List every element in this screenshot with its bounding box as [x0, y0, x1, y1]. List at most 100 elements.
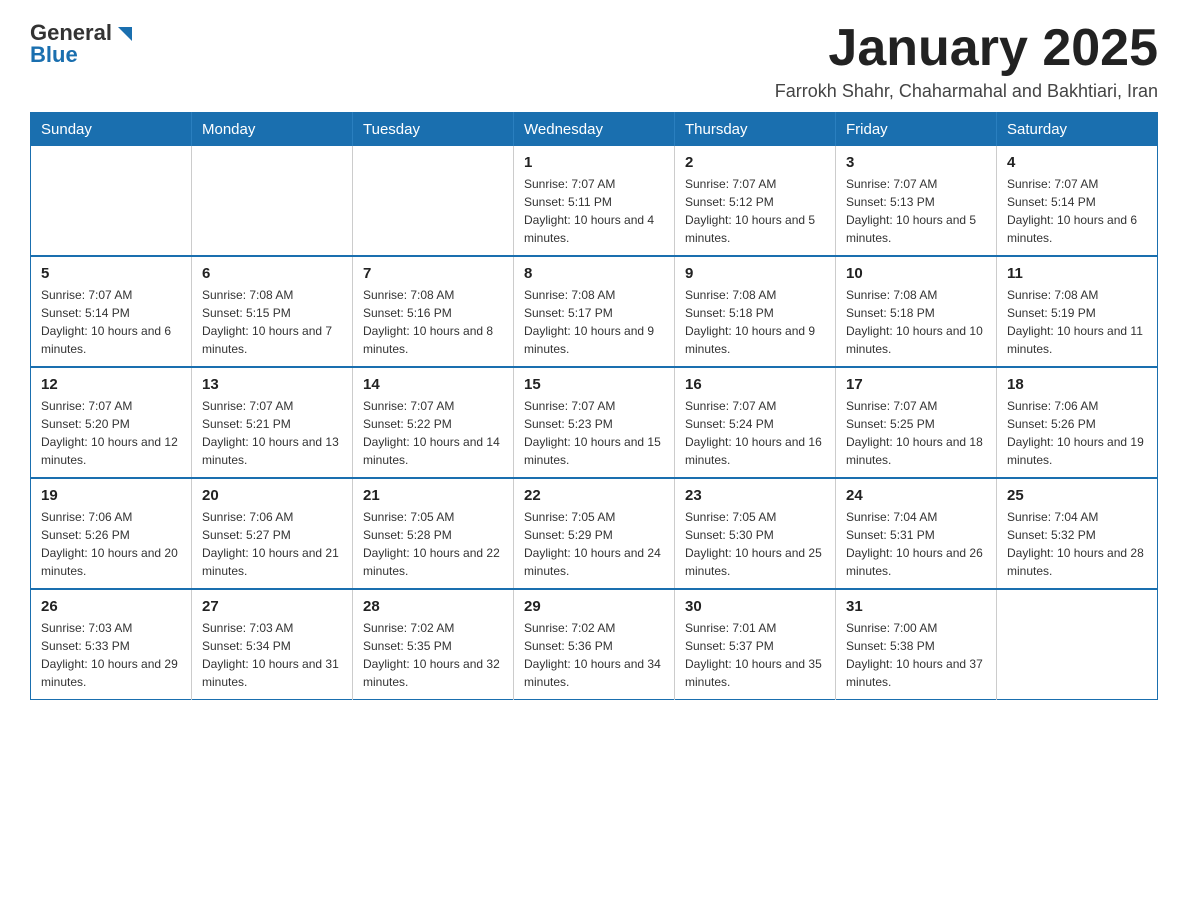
calendar-cell: 2 Sunrise: 7:07 AM Sunset: 5:12 PM Daylig…: [675, 146, 836, 256]
calendar-header-row: SundayMondayTuesdayWednesdayThursdayFrid…: [31, 113, 1158, 147]
calendar-day-header: Monday: [192, 113, 353, 147]
day-info: Sunrise: 7:07 AM Sunset: 5:12 PM Dayligh…: [685, 175, 825, 247]
day-number: 4: [1007, 154, 1147, 171]
day-info: Sunrise: 7:03 AM Sunset: 5:33 PM Dayligh…: [41, 619, 181, 691]
calendar-cell: 21Sunrise: 7:05 AM Sunset: 5:28 PM Dayli…: [353, 478, 514, 589]
day-info: Sunrise: 7:08 AM Sunset: 5:17 PM Dayligh…: [524, 286, 664, 358]
day-info: Sunrise: 7:07 AM Sunset: 5:21 PM Dayligh…: [202, 397, 342, 469]
day-info: Sunrise: 7:08 AM Sunset: 5:15 PM Dayligh…: [202, 286, 342, 358]
calendar-cell: 6 Sunrise: 7:08 AM Sunset: 5:15 PM Daylig…: [192, 256, 353, 367]
calendar-cell: 24 Sunrise: 7:04 AM Sunset: 5:31 PM Dayli…: [836, 478, 997, 589]
day-number: 3: [846, 154, 986, 171]
calendar-cell: 28Sunrise: 7:02 AM Sunset: 5:35 PM Dayli…: [353, 589, 514, 700]
day-number: 28: [363, 598, 503, 615]
day-info: Sunrise: 7:04 AM Sunset: 5:32 PM Dayligh…: [1007, 508, 1147, 580]
calendar-cell: 10 Sunrise: 7:08 AM Sunset: 5:18 PM Dayli…: [836, 256, 997, 367]
calendar-cell: 20 Sunrise: 7:06 AM Sunset: 5:27 PM Dayli…: [192, 478, 353, 589]
day-number: 12: [41, 376, 181, 393]
day-info: Sunrise: 7:05 AM Sunset: 5:29 PM Dayligh…: [524, 508, 664, 580]
day-number: 11: [1007, 265, 1147, 282]
calendar-cell: 18Sunrise: 7:06 AM Sunset: 5:26 PM Dayli…: [997, 367, 1158, 478]
calendar-cell: 14 Sunrise: 7:07 AM Sunset: 5:22 PM Dayli…: [353, 367, 514, 478]
calendar-day-header: Sunday: [31, 113, 192, 147]
day-number: 25: [1007, 487, 1147, 504]
day-number: 5: [41, 265, 181, 282]
day-info: Sunrise: 7:07 AM Sunset: 5:11 PM Dayligh…: [524, 175, 664, 247]
calendar-cell: 30Sunrise: 7:01 AM Sunset: 5:37 PM Dayli…: [675, 589, 836, 700]
day-number: 23: [685, 487, 825, 504]
day-number: 20: [202, 487, 342, 504]
calendar-week-row: 5 Sunrise: 7:07 AM Sunset: 5:14 PM Daylig…: [31, 256, 1158, 367]
day-info: Sunrise: 7:07 AM Sunset: 5:22 PM Dayligh…: [363, 397, 503, 469]
calendar-cell: 9Sunrise: 7:08 AM Sunset: 5:18 PM Daylig…: [675, 256, 836, 367]
calendar-week-row: 26 Sunrise: 7:03 AM Sunset: 5:33 PM Dayli…: [31, 589, 1158, 700]
calendar-week-row: 12 Sunrise: 7:07 AM Sunset: 5:20 PM Dayli…: [31, 367, 1158, 478]
day-info: Sunrise: 7:07 AM Sunset: 5:14 PM Dayligh…: [41, 286, 181, 358]
day-info: Sunrise: 7:07 AM Sunset: 5:25 PM Dayligh…: [846, 397, 986, 469]
day-number: 24: [846, 487, 986, 504]
day-number: 27: [202, 598, 342, 615]
day-number: 2: [685, 154, 825, 171]
day-number: 16: [685, 376, 825, 393]
day-info: Sunrise: 7:06 AM Sunset: 5:26 PM Dayligh…: [1007, 397, 1147, 469]
day-number: 31: [846, 598, 986, 615]
day-number: 8: [524, 265, 664, 282]
calendar-week-row: 1 Sunrise: 7:07 AM Sunset: 5:11 PM Daylig…: [31, 146, 1158, 256]
calendar-table: SundayMondayTuesdayWednesdayThursdayFrid…: [30, 112, 1158, 700]
calendar-cell: 29 Sunrise: 7:02 AM Sunset: 5:36 PM Dayli…: [514, 589, 675, 700]
calendar-cell: 27Sunrise: 7:03 AM Sunset: 5:34 PM Dayli…: [192, 589, 353, 700]
calendar-cell: 13Sunrise: 7:07 AM Sunset: 5:21 PM Dayli…: [192, 367, 353, 478]
day-info: Sunrise: 7:07 AM Sunset: 5:20 PM Dayligh…: [41, 397, 181, 469]
day-info: Sunrise: 7:05 AM Sunset: 5:30 PM Dayligh…: [685, 508, 825, 580]
calendar-cell: 4 Sunrise: 7:07 AM Sunset: 5:14 PM Daylig…: [997, 146, 1158, 256]
day-info: Sunrise: 7:04 AM Sunset: 5:31 PM Dayligh…: [846, 508, 986, 580]
day-info: Sunrise: 7:06 AM Sunset: 5:27 PM Dayligh…: [202, 508, 342, 580]
month-title: January 2025: [775, 20, 1158, 77]
calendar-cell: 7Sunrise: 7:08 AM Sunset: 5:16 PM Daylig…: [353, 256, 514, 367]
day-info: Sunrise: 7:02 AM Sunset: 5:36 PM Dayligh…: [524, 619, 664, 691]
day-info: Sunrise: 7:07 AM Sunset: 5:13 PM Dayligh…: [846, 175, 986, 247]
calendar-cell: 8 Sunrise: 7:08 AM Sunset: 5:17 PM Daylig…: [514, 256, 675, 367]
calendar-cell: 22 Sunrise: 7:05 AM Sunset: 5:29 PM Dayli…: [514, 478, 675, 589]
calendar-cell: 31 Sunrise: 7:00 AM Sunset: 5:38 PM Dayli…: [836, 589, 997, 700]
calendar-day-header: Saturday: [997, 113, 1158, 147]
day-number: 14: [363, 376, 503, 393]
day-info: Sunrise: 7:07 AM Sunset: 5:24 PM Dayligh…: [685, 397, 825, 469]
calendar-cell: 11 Sunrise: 7:08 AM Sunset: 5:19 PM Dayli…: [997, 256, 1158, 367]
day-info: Sunrise: 7:08 AM Sunset: 5:19 PM Dayligh…: [1007, 286, 1147, 358]
calendar-cell: 25 Sunrise: 7:04 AM Sunset: 5:32 PM Dayli…: [997, 478, 1158, 589]
page-header: General Blue January 2025 Farrokh Shahr,…: [30, 20, 1158, 102]
day-number: 9: [685, 265, 825, 282]
day-number: 1: [524, 154, 664, 171]
day-info: Sunrise: 7:00 AM Sunset: 5:38 PM Dayligh…: [846, 619, 986, 691]
day-number: 26: [41, 598, 181, 615]
day-info: Sunrise: 7:07 AM Sunset: 5:23 PM Dayligh…: [524, 397, 664, 469]
day-number: 22: [524, 487, 664, 504]
calendar-cell: 19Sunrise: 7:06 AM Sunset: 5:26 PM Dayli…: [31, 478, 192, 589]
calendar-cell: 16 Sunrise: 7:07 AM Sunset: 5:24 PM Dayli…: [675, 367, 836, 478]
calendar-day-header: Friday: [836, 113, 997, 147]
day-info: Sunrise: 7:08 AM Sunset: 5:18 PM Dayligh…: [846, 286, 986, 358]
calendar-cell: 15 Sunrise: 7:07 AM Sunset: 5:23 PM Dayli…: [514, 367, 675, 478]
calendar-cell: 12 Sunrise: 7:07 AM Sunset: 5:20 PM Dayli…: [31, 367, 192, 478]
calendar-day-header: Thursday: [675, 113, 836, 147]
day-info: Sunrise: 7:07 AM Sunset: 5:14 PM Dayligh…: [1007, 175, 1147, 247]
calendar-cell: 1 Sunrise: 7:07 AM Sunset: 5:11 PM Daylig…: [514, 146, 675, 256]
calendar-cell: [192, 146, 353, 256]
calendar-day-header: Wednesday: [514, 113, 675, 147]
day-info: Sunrise: 7:06 AM Sunset: 5:26 PM Dayligh…: [41, 508, 181, 580]
day-number: 6: [202, 265, 342, 282]
day-info: Sunrise: 7:01 AM Sunset: 5:37 PM Dayligh…: [685, 619, 825, 691]
calendar-cell: 5 Sunrise: 7:07 AM Sunset: 5:14 PM Daylig…: [31, 256, 192, 367]
logo-blue: Blue: [30, 42, 78, 68]
day-number: 21: [363, 487, 503, 504]
calendar-cell: [997, 589, 1158, 700]
day-number: 10: [846, 265, 986, 282]
day-number: 29: [524, 598, 664, 615]
calendar-cell: [31, 146, 192, 256]
calendar-week-row: 19Sunrise: 7:06 AM Sunset: 5:26 PM Dayli…: [31, 478, 1158, 589]
day-number: 15: [524, 376, 664, 393]
calendar-cell: 26 Sunrise: 7:03 AM Sunset: 5:33 PM Dayli…: [31, 589, 192, 700]
calendar-cell: 23 Sunrise: 7:05 AM Sunset: 5:30 PM Dayli…: [675, 478, 836, 589]
day-info: Sunrise: 7:08 AM Sunset: 5:16 PM Dayligh…: [363, 286, 503, 358]
